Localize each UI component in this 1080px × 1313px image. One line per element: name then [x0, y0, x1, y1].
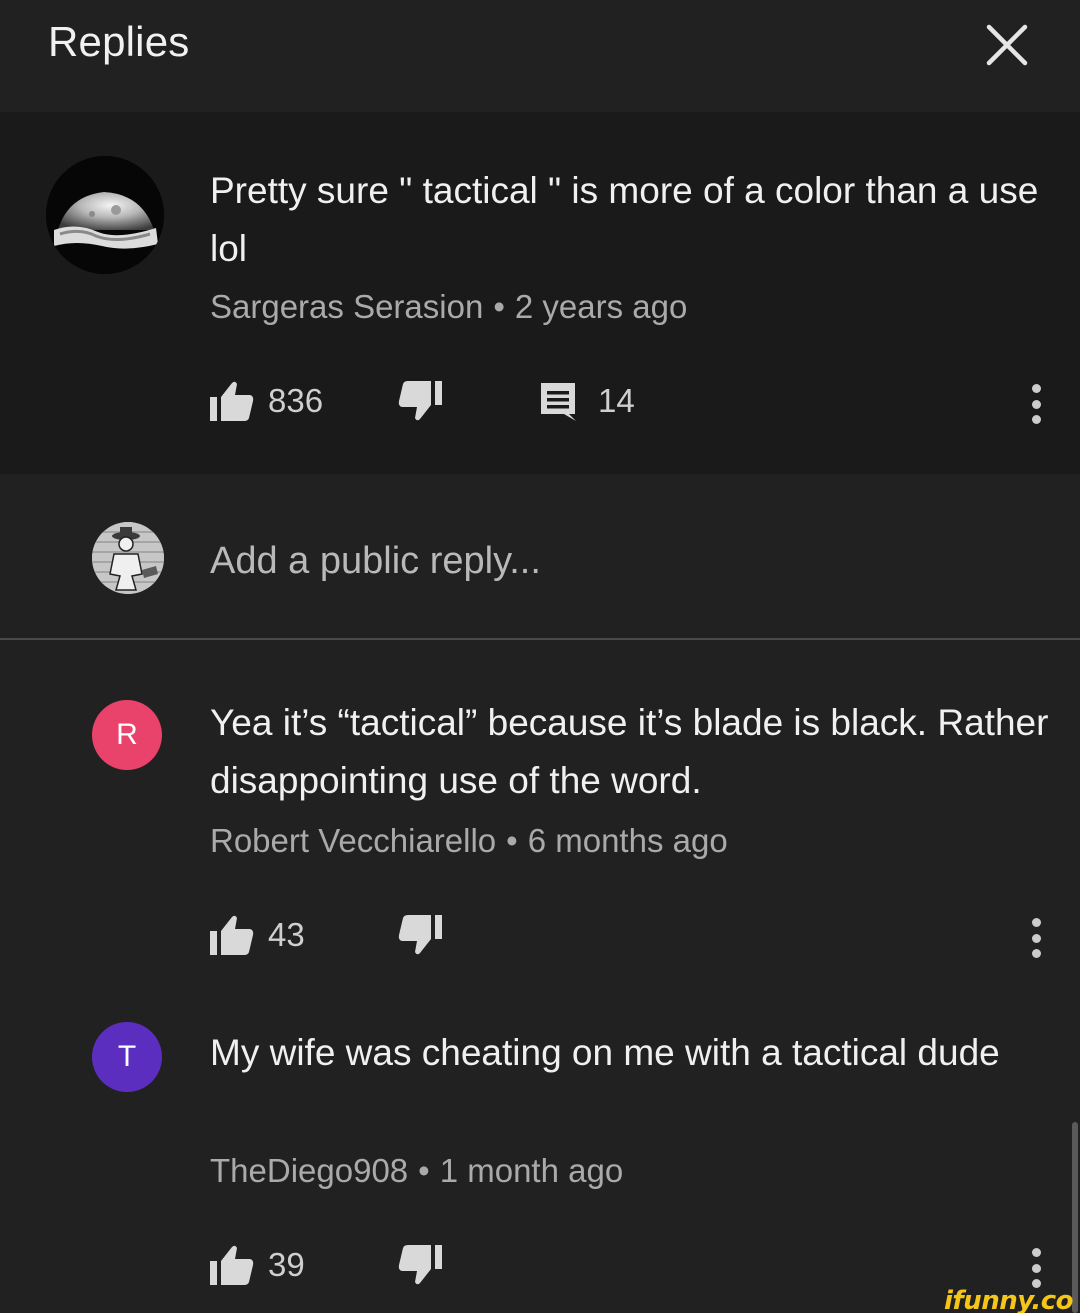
like-count: 836: [268, 382, 324, 419]
like-button[interactable]: 43: [208, 910, 305, 960]
more-options-button[interactable]: [1020, 1244, 1052, 1292]
avatar[interactable]: T: [92, 1022, 162, 1092]
thumbs-down-icon: [398, 1245, 442, 1285]
dislike-button[interactable]: [398, 1240, 444, 1290]
replies-header: Replies: [0, 0, 1080, 112]
thumbs-down-icon: [398, 915, 442, 955]
comment-actions: 39: [208, 1240, 1048, 1290]
more-dot: [1031, 1263, 1041, 1273]
thumbs-down-icon: [398, 381, 442, 421]
comment-time: 2 years ago: [514, 288, 688, 325]
thumbs-up-icon: [210, 1245, 254, 1285]
more-dot: [1031, 415, 1041, 424]
comment-author[interactable]: Robert Vecchiarello: [210, 822, 496, 859]
more-dot: [1031, 918, 1041, 927]
meta-separator: •: [493, 288, 505, 325]
avatar[interactable]: [92, 522, 164, 594]
watermark: ifunny.co: [944, 1286, 1073, 1313]
avatar[interactable]: R: [92, 700, 162, 770]
meta-separator: •: [506, 822, 518, 859]
dislike-button[interactable]: [398, 910, 444, 960]
comment-author[interactable]: TheDiego908: [210, 1152, 408, 1189]
comment-actions: 836 14: [208, 376, 1048, 426]
scrollbar[interactable]: [1072, 1122, 1078, 1313]
comment-actions: 43: [208, 910, 1048, 960]
thumbs-up-icon: [210, 915, 254, 955]
more-dot: [1031, 1248, 1041, 1257]
more-options-button[interactable]: [1020, 380, 1052, 428]
close-button[interactable]: [980, 18, 1034, 72]
comment-text: Yea it’s “tactical” because it’s blade i…: [210, 702, 1049, 801]
replies-screen: Replies Pretty sure " tactical " is more…: [0, 0, 1080, 1313]
more-options-button[interactable]: [1020, 914, 1052, 962]
add-reply-bar: [0, 474, 1080, 640]
more-dot: [1031, 399, 1041, 409]
reply-count: 14: [598, 382, 635, 419]
more-dot: [1031, 384, 1041, 393]
comment-time: 6 months ago: [527, 822, 728, 859]
like-count: 39: [268, 1246, 305, 1283]
thumbs-up-icon: [210, 381, 254, 421]
reply-input[interactable]: [210, 536, 1010, 586]
comment-meta: TheDiego908 • 1 month ago: [210, 1152, 623, 1190]
comment-text: Pretty sure " tactical " is more of a co…: [210, 170, 1039, 269]
reply-count-button[interactable]: 14: [538, 376, 635, 426]
meta-separator: •: [418, 1152, 430, 1189]
avatar[interactable]: [46, 156, 164, 274]
like-count: 43: [268, 916, 305, 953]
like-button[interactable]: 39: [208, 1240, 305, 1290]
close-icon: [986, 24, 1028, 66]
comment-icon: [541, 383, 576, 421]
comment-author[interactable]: Sargeras Serasion: [210, 288, 483, 325]
comment-text: My wife was cheating on me with a tactic…: [210, 1032, 1000, 1073]
user-avatar-icon: [92, 522, 164, 594]
like-button[interactable]: 836: [208, 376, 323, 426]
page-title: Replies: [48, 18, 190, 65]
dislike-button[interactable]: [398, 376, 444, 426]
more-dot: [1031, 933, 1041, 943]
more-dot: [1031, 949, 1041, 958]
moon-avatar-icon: [46, 156, 164, 274]
comment-time: 1 month ago: [439, 1152, 624, 1189]
comment-meta: Robert Vecchiarello • 6 months ago: [210, 822, 728, 860]
parent-comment: Pretty sure " tactical " is more of a co…: [0, 112, 1080, 474]
comment-meta: Sargeras Serasion • 2 years ago: [210, 288, 687, 326]
